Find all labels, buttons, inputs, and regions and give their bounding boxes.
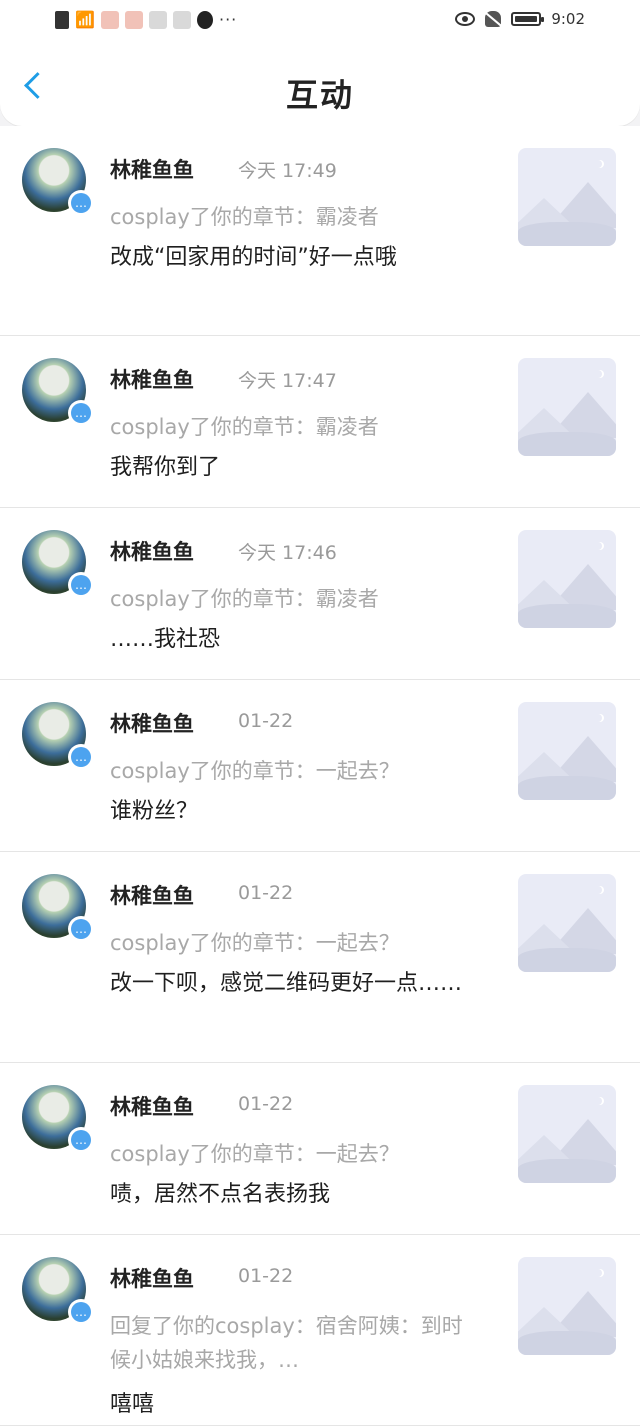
comment-badge-icon: …: [68, 916, 94, 942]
qq-icon: [197, 10, 213, 29]
timestamp: 今天 17:47: [238, 370, 337, 392]
chapter-thumbnail[interactable]: [518, 702, 616, 800]
page-title: 互动: [285, 76, 354, 114]
user-name[interactable]: 林稚鱼鱼: [110, 1091, 194, 1121]
status-time: 9:02: [551, 10, 585, 28]
user-name[interactable]: 林稚鱼鱼: [110, 154, 194, 184]
interaction-list: … 林稚鱼鱼 今天 17:49 cosplay了你的章节：霸凌者 改成“回家用的…: [0, 126, 640, 1426]
timestamp: 01-22: [238, 710, 294, 732]
comment-badge-icon: …: [68, 1299, 94, 1325]
context-text: cosplay了你的章节：霸凌者: [110, 587, 379, 611]
list-item[interactable]: … 林稚鱼鱼 01-22 回复了你的cosplay：宿舍阿姨：到时候小姑娘来找我…: [0, 1235, 640, 1426]
timestamp: 今天 17:49: [238, 160, 337, 182]
context-text: cosplay了你的章节：一起去？: [110, 759, 400, 783]
app-notification-icon: [101, 10, 119, 29]
chapter-thumbnail[interactable]: [518, 358, 616, 456]
user-name[interactable]: 林稚鱼鱼: [110, 880, 194, 910]
timestamp: 今天 17:46: [238, 542, 337, 564]
comment-text: 我帮你到了: [110, 455, 221, 480]
context-text: cosplay了你的章节：一起去？: [110, 1142, 400, 1166]
app-notification-icon: [149, 10, 167, 29]
timestamp: 01-22: [238, 1265, 294, 1287]
comment-badge-icon: …: [68, 190, 94, 216]
moon-icon: [594, 160, 602, 168]
moon-icon: [594, 370, 602, 378]
chapter-thumbnail[interactable]: [518, 530, 616, 628]
app-notification-icon: [125, 10, 143, 29]
comment-badge-icon: …: [68, 1127, 94, 1153]
context-text: cosplay了你的章节：霸凌者: [110, 415, 379, 439]
comment-text: 啧，居然不点名表扬我: [110, 1182, 331, 1207]
moon-icon: [594, 542, 602, 550]
alert-icon: [55, 10, 69, 29]
status-bar: 📶 ··· 9:02: [0, 0, 640, 42]
wifi-icon: 📶: [75, 9, 95, 29]
list-item[interactable]: … 林稚鱼鱼 今天 17:49 cosplay了你的章节：霸凌者 改成“回家用的…: [0, 126, 640, 336]
context-text: cosplay了你的章节：霸凌者: [110, 205, 379, 229]
chapter-thumbnail[interactable]: [518, 148, 616, 246]
moon-icon: [594, 1269, 602, 1277]
chapter-thumbnail[interactable]: [518, 1257, 616, 1355]
chapter-thumbnail[interactable]: [518, 874, 616, 972]
chapter-thumbnail[interactable]: [518, 1085, 616, 1183]
timestamp: 01-22: [238, 882, 294, 904]
nav-bar: 互动: [0, 42, 640, 126]
list-item[interactable]: … 林稚鱼鱼 今天 17:46 cosplay了你的章节：霸凌者 ……我社恐: [0, 508, 640, 680]
context-text: cosplay了你的章节：一起去？: [110, 931, 400, 955]
eye-icon: [455, 12, 476, 26]
comment-text: 改一下呗，感觉二维码更好一点……: [110, 971, 463, 996]
list-item[interactable]: … 林稚鱼鱼 今天 17:47 cosplay了你的章节：霸凌者 我帮你到了: [0, 336, 640, 508]
mute-bell-icon: [485, 11, 502, 27]
list-item[interactable]: … 林稚鱼鱼 01-22 cosplay了你的章节：一起去？ 谁粉丝？: [0, 680, 640, 852]
status-bar-left-icons: 📶 ···: [55, 10, 237, 29]
more-notifications-icon: ···: [219, 10, 238, 29]
comment-text: 嘻嘻: [110, 1392, 155, 1417]
list-item[interactable]: … 林稚鱼鱼 01-22 cosplay了你的章节：一起去？ 改一下呗，感觉二维…: [0, 852, 640, 1063]
status-bar-right-icons: 9:02: [455, 10, 585, 28]
user-name[interactable]: 林稚鱼鱼: [110, 536, 194, 566]
list-item[interactable]: … 林稚鱼鱼 01-22 cosplay了你的章节：一起去？ 啧，居然不点名表扬…: [0, 1063, 640, 1235]
user-name[interactable]: 林稚鱼鱼: [110, 364, 194, 394]
moon-icon: [594, 1097, 602, 1105]
comment-badge-icon: …: [68, 400, 94, 426]
user-name[interactable]: 林稚鱼鱼: [110, 708, 194, 738]
comment-badge-icon: …: [68, 572, 94, 598]
context-text: 回复了你的cosplay：宿舍阿姨：到时候小姑娘来找我，…: [110, 1314, 463, 1372]
battery-icon: [511, 12, 545, 26]
comment-text: ……我社恐: [110, 627, 221, 652]
comment-badge-icon: …: [68, 744, 94, 770]
comment-text: 谁粉丝？: [110, 799, 199, 824]
timestamp: 01-22: [238, 1093, 294, 1115]
app-notification-icon: [173, 10, 191, 29]
user-name[interactable]: 林稚鱼鱼: [110, 1263, 194, 1293]
comment-text: 改成“回家用的时间”好一点哦: [110, 245, 397, 270]
moon-icon: [594, 714, 602, 722]
moon-icon: [594, 886, 602, 894]
